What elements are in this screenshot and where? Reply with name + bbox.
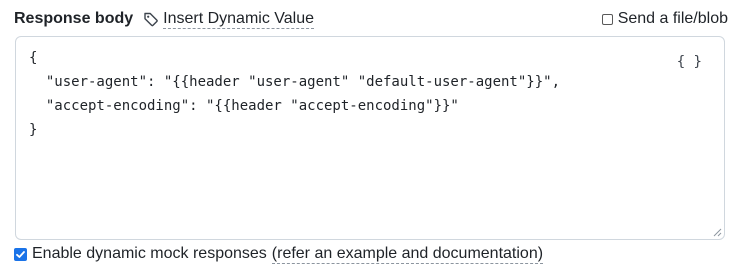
response-body-label: Response body (14, 10, 134, 27)
dynamic-mock-option: Enable dynamic mock responses (refer an … (14, 243, 544, 265)
send-file-label: Send a file/blob (617, 10, 728, 27)
tag-icon (144, 12, 158, 27)
check-icon (16, 250, 25, 258)
insert-dynamic-value-link[interactable]: Insert Dynamic Value (143, 9, 315, 29)
response-body-code[interactable]: { "user-agent": "{{header "user-agent" "… (29, 46, 560, 142)
insert-dynamic-value-text: Insert Dynamic Value (163, 9, 315, 29)
enable-dynamic-mock-checkbox[interactable] (14, 247, 27, 261)
resize-handle-icon[interactable] (713, 228, 722, 237)
response-body-editor[interactable]: { "user-agent": "{{header "user-agent" "… (15, 36, 725, 240)
send-file-checkbox[interactable] (601, 13, 613, 25)
format-json-button[interactable]: { } (677, 54, 702, 70)
send-file-option[interactable]: Send a file/blob (601, 10, 728, 28)
response-body-panel: Response body Insert Dynamic Value Send … (0, 0, 742, 274)
enable-dynamic-mock-label[interactable]: Enable dynamic mock responses (32, 245, 267, 263)
response-body-header: Response body Insert Dynamic Value Send … (14, 8, 728, 30)
documentation-link[interactable]: (refer an example and documentation) (271, 245, 544, 264)
